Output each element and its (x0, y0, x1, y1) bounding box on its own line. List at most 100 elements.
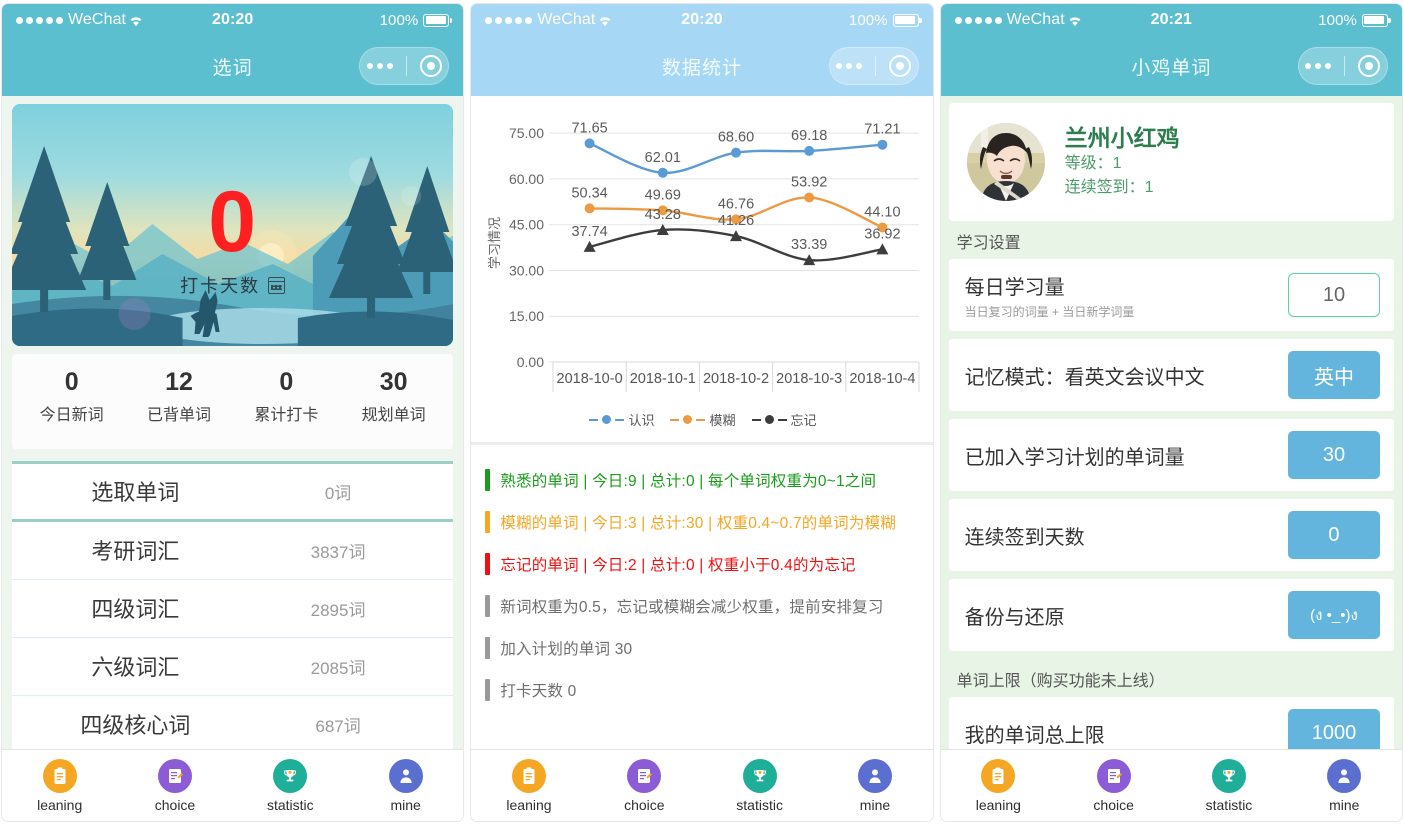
setting-label: 已加入学习计划的单词量 (965, 441, 1288, 470)
note-edit-icon[interactable] (1096, 758, 1131, 793)
clipboard-icon[interactable] (981, 758, 1016, 793)
close-circle-icon[interactable] (889, 55, 912, 77)
trophy-icon[interactable] (273, 758, 308, 793)
tab-mine[interactable]: mine (817, 758, 932, 813)
plan-word-count-button[interactable]: 30 (1287, 431, 1380, 479)
wifi-icon (597, 14, 613, 27)
tab-statistic[interactable]: statistic (1171, 758, 1286, 813)
list-item-cet4[interactable]: 四级词汇 2895词 (12, 580, 454, 638)
wechat-capsule-menu[interactable] (1297, 47, 1388, 85)
checkin-hero-card[interactable]: 0 打卡天数 (12, 104, 454, 346)
tab-choice[interactable]: choice (1056, 758, 1171, 813)
phone-screen-statistics: WeChat 20:20 100% 数据统计 0.00 15.00 30.00 … (471, 4, 933, 821)
tab-label: choice (1093, 796, 1134, 813)
setting-label-sub: 当日复习的词量 + 当日新学词量 (964, 304, 1135, 319)
tab-choice[interactable]: choice (587, 758, 702, 813)
page-title: 选词 (212, 57, 253, 79)
signin-days-button[interactable]: 0 (1287, 511, 1380, 559)
close-circle-icon[interactable] (419, 55, 442, 77)
list-item-cet4-core[interactable]: 四级核心词 687词 (12, 696, 453, 749)
close-circle-icon[interactable] (1358, 55, 1381, 77)
tab-mine[interactable]: mine (1287, 758, 1402, 813)
panel-3-content: 兰州小红鸡 等级：1 连续签到：1 学习设置 每日学习量 当日复习的词量 + 当… (940, 96, 1402, 749)
clipboard-icon[interactable] (42, 758, 77, 793)
svg-text:46.76: 46.76 (718, 196, 754, 212)
backup-restore-button[interactable]: (ง •_•)ง (1287, 591, 1380, 639)
more-icon[interactable] (366, 63, 393, 69)
capsule-divider (1344, 56, 1346, 76)
tab-leaning[interactable]: leaning (941, 758, 1056, 813)
tab-mine[interactable]: mine (348, 758, 463, 813)
person-icon[interactable] (857, 758, 892, 793)
signal-dots-icon (954, 16, 1002, 24)
tab-leaning[interactable]: leaning (471, 758, 586, 813)
person-icon[interactable] (388, 758, 423, 793)
avatar[interactable] (966, 123, 1045, 201)
stat-label: 已背单词 (146, 406, 211, 424)
setting-row-memory-mode[interactable]: 记忆模式：看英文会议中文 英中 (948, 339, 1394, 411)
setting-row-signin-days[interactable]: 连续签到天数 0 (948, 499, 1394, 571)
total-limit-button[interactable]: 1000 (1287, 709, 1380, 749)
svg-text:30.00: 30.00 (509, 262, 544, 278)
tab-leaning[interactable]: leaning (2, 758, 117, 813)
tab-choice[interactable]: choice (117, 758, 232, 813)
profile-card[interactable]: 兰州小红鸡 等级：1 连续签到：1 (948, 103, 1394, 221)
tab-statistic[interactable]: statistic (233, 758, 348, 813)
trophy-icon[interactable] (1211, 758, 1246, 793)
list-item-kaoyan[interactable]: 考研词汇 3837词 (12, 522, 454, 580)
info-row-fuzzy: 模糊的单词 | 今日:3 | 总计:30 | 权重0.4~0.7的单词为模糊 (485, 501, 920, 543)
info-row-forget: 忘记的单词 | 今日:2 | 总计:0 | 权重小于0.4的为忘记 (485, 543, 920, 585)
svg-text:学习情况: 学习情况 (487, 217, 502, 269)
more-icon[interactable] (836, 63, 863, 69)
info-row-familiar: 熟悉的单词 | 今日:9 | 总计:0 | 每个单词权重为0~1之间 (485, 459, 920, 501)
stat-memorized: 12 已背单词 (125, 368, 232, 425)
note-edit-icon[interactable] (627, 758, 662, 793)
setting-row-backup-restore[interactable]: 备份与还原 (ง •_•)ง (948, 579, 1394, 651)
stat-total-checkin: 0 累计打卡 (233, 368, 340, 425)
section-title-study-settings: 学习设置 (956, 235, 1021, 252)
wifi-icon (1067, 14, 1083, 27)
stat-value: 0 (279, 368, 294, 396)
setting-row-daily-amount[interactable]: 每日学习量 当日复习的词量 + 当日新学词量 10 (948, 259, 1394, 331)
person-icon[interactable] (1327, 758, 1362, 793)
svg-text:50.34: 50.34 (572, 185, 608, 201)
svg-text:2018-10-3: 2018-10-3 (776, 371, 842, 387)
note-edit-icon[interactable] (157, 758, 192, 793)
color-bar (485, 511, 491, 533)
learning-line-chart[interactable]: 0.00 15.00 30.00 45.00 60.00 75.00 学习情况 2018-10… (471, 96, 932, 436)
status-bar-3: WeChat 20:21 100% (941, 4, 1402, 36)
signal-dots-icon (485, 16, 533, 24)
wifi-icon (128, 14, 144, 27)
trophy-icon[interactable] (742, 758, 777, 793)
checkin-days-number: 0 (208, 174, 258, 271)
clipboard-icon[interactable] (511, 758, 546, 793)
tab-label: statistic (736, 796, 783, 813)
list-item-label: 六级词汇 (91, 655, 180, 681)
checkin-days-label: 打卡天数 (12, 272, 453, 298)
more-icon[interactable] (1305, 63, 1332, 69)
capsule-divider (405, 56, 407, 76)
tab-label: mine (859, 796, 891, 813)
color-bar (485, 595, 491, 617)
list-item-selected-words[interactable]: 选取单词 0词 (12, 464, 454, 522)
legend-item-recognize: 认识 (589, 410, 654, 429)
info-row-plan-words: 加入计划的单词 30 (485, 627, 920, 669)
tab-statistic[interactable]: statistic (702, 758, 817, 813)
wechat-capsule-menu[interactable] (828, 47, 919, 85)
nav-bar-1: 选词 (2, 36, 463, 96)
setting-row-plan-word-count[interactable]: 已加入学习计划的单词量 30 (948, 419, 1394, 491)
status-right: 100% (1318, 12, 1391, 29)
memory-mode-button[interactable]: 英中 (1287, 351, 1380, 399)
wechat-capsule-menu[interactable] (359, 47, 450, 85)
list-item-cet6[interactable]: 六级词汇 2085词 (12, 638, 454, 696)
battery-percent: 100% (848, 11, 888, 29)
list-item-count: 0词 (324, 483, 352, 503)
nav-bar-3: 小鸡单词 (941, 36, 1402, 96)
svg-text:53.92: 53.92 (791, 174, 827, 190)
list-item-label: 考研词汇 (91, 539, 180, 565)
svg-text:60.00: 60.00 (509, 171, 544, 187)
daily-amount-input[interactable]: 10 (1287, 273, 1380, 317)
svg-text:37.74: 37.74 (572, 224, 608, 240)
tab-label: mine (1329, 796, 1360, 813)
setting-row-total-limit[interactable]: 我的单词总上限 1000 (948, 697, 1394, 749)
